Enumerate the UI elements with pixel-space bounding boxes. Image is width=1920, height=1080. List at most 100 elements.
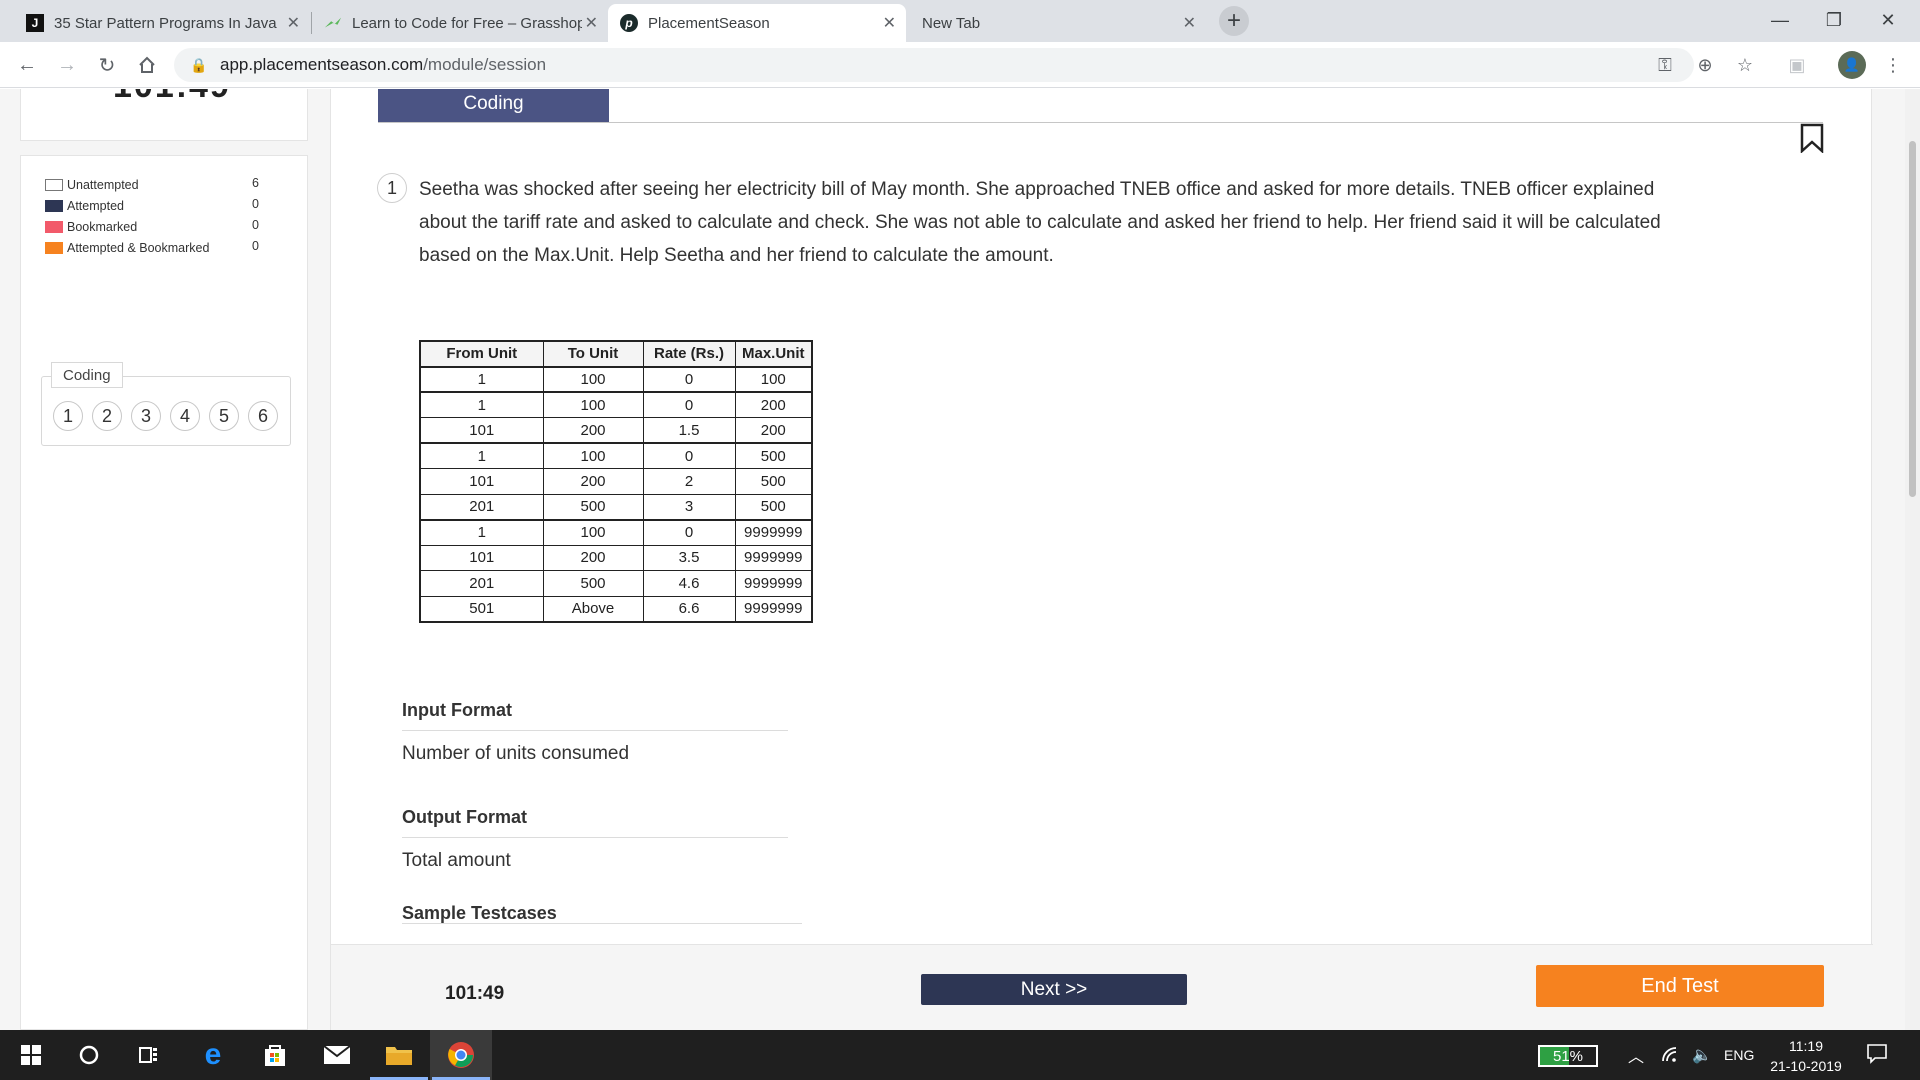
legend-unattempted: Unattempted (45, 176, 139, 194)
extension-icon[interactable]: ▣ (1784, 52, 1810, 78)
table-cell: 9999999 (734, 544, 813, 571)
divider (402, 730, 788, 731)
table-cell: 101 (419, 468, 544, 495)
section-title: Coding (378, 89, 609, 122)
table-cell: 501 (419, 595, 544, 622)
legend-label: Attempted (67, 199, 124, 213)
table-header-row: From Unit To Unit Rate (Rs.) Max.Unit (419, 340, 813, 367)
chevron-up-icon[interactable]: ︿ (1628, 1044, 1644, 1066)
question-number-button[interactable]: 3 (131, 401, 161, 431)
question-panel: Coding 1 Seetha was shocked after seeing… (330, 89, 1873, 1030)
end-test-button[interactable]: End Test (1536, 965, 1824, 1007)
table-cell: 1 (419, 391, 544, 418)
reload-icon: ↻ (98, 54, 116, 77)
browser-tab-placementseason[interactable]: p PlacementSeason ✕ (608, 4, 906, 42)
table-cell: 500 (734, 493, 813, 520)
legend-count: 0 (252, 218, 259, 232)
tab-title: PlacementSeason (648, 14, 770, 32)
back-button[interactable]: ← (12, 50, 42, 80)
column-header: From Unit (419, 340, 544, 367)
legend-count: 6 (252, 176, 259, 190)
table-row: 201 500 3 500 (419, 493, 813, 520)
question-number-button[interactable]: 6 (248, 401, 278, 431)
task-view-button[interactable] (118, 1030, 180, 1080)
bookmark-icon[interactable] (1798, 123, 1826, 153)
start-button[interactable] (0, 1030, 62, 1080)
table-cell: 6.6 (642, 595, 736, 622)
close-tab-icon[interactable]: ✕ (1183, 13, 1196, 33)
table-cell: 100 (542, 518, 644, 546)
search-button[interactable] (58, 1030, 120, 1080)
windows-logo-icon (21, 1045, 41, 1065)
close-window-button[interactable]: ✕ (1858, 4, 1918, 36)
next-question-button[interactable]: Next >> (921, 974, 1187, 1005)
table-cell: 0 (642, 518, 736, 546)
kebab-menu-icon[interactable]: ⋮ (1880, 52, 1906, 78)
page-scrollbar[interactable] (1905, 89, 1920, 1030)
java-j-icon: J (26, 14, 44, 32)
file-explorer-taskbar-button[interactable] (368, 1030, 430, 1080)
table-cell: 200 (734, 391, 813, 418)
notification-center-button[interactable] (1866, 1042, 1888, 1064)
close-tab-icon[interactable]: ✕ (883, 13, 896, 33)
question-number-button[interactable]: 2 (92, 401, 122, 431)
bookmark-star-icon[interactable]: ☆ (1732, 52, 1758, 78)
reload-button[interactable]: ↻ (92, 50, 122, 80)
close-tab-icon[interactable]: ✕ (585, 13, 598, 33)
table-row: 501 Above 6.6 9999999 (419, 595, 813, 622)
home-icon (139, 56, 155, 73)
url-bar[interactable]: 🔒 app.placementseason.com/module/session (174, 48, 1694, 82)
url-path: /module/session (423, 55, 547, 74)
table-cell: 100 (542, 391, 644, 418)
wifi-icon[interactable] (1662, 1044, 1680, 1066)
forward-button[interactable]: → (52, 50, 82, 80)
scrollbar-thumb[interactable] (1909, 141, 1916, 497)
edge-taskbar-button[interactable]: e (182, 1030, 244, 1080)
mail-taskbar-button[interactable] (306, 1030, 368, 1080)
browser-tab-newtab[interactable]: New Tab ✕ (910, 4, 1206, 42)
column-header: To Unit (542, 340, 644, 367)
sample-testcases-heading: Sample Testcases (402, 903, 557, 923)
browser-tab-grasshopper[interactable]: Learn to Code for Free – Grasshopper ✕ (312, 4, 608, 42)
browser-tab-strip: J 35 Star Pattern Programs In Java ✕ Lea… (0, 0, 1920, 42)
page-content: 101:49 Unattempted 6 Attempted 0 Bookmar… (0, 89, 1920, 1030)
table-cell: 1.5 (642, 417, 736, 444)
tab-title: 35 Star Pattern Programs In Java (54, 14, 277, 32)
table-cell: 2 (642, 468, 736, 495)
store-taskbar-button[interactable] (244, 1030, 306, 1080)
table-cell: 9999999 (734, 595, 813, 622)
table-cell: 500 (542, 570, 644, 597)
install-app-icon[interactable]: ⊕ (1692, 52, 1718, 78)
legend-label: Bookmarked (67, 220, 138, 234)
system-clock[interactable]: 11:19 21-10-2019 (1764, 1036, 1848, 1076)
profile-avatar[interactable]: 👤 (1838, 51, 1866, 79)
key-icon[interactable]: ⚿ (1652, 52, 1678, 78)
close-tab-icon[interactable]: ✕ (287, 13, 300, 33)
home-button[interactable] (132, 50, 162, 80)
legend-swatch (45, 221, 63, 233)
tariff-table: From Unit To Unit Rate (Rs.) Max.Unit 11… (419, 340, 813, 623)
legend-label: Attempted & Bookmarked (67, 241, 210, 255)
table-cell: 100 (734, 365, 813, 393)
tab-title: Learn to Code for Free – Grasshopper (352, 14, 582, 32)
new-tab-button[interactable]: + (1219, 6, 1249, 36)
minimize-button[interactable]: — (1750, 4, 1810, 36)
table-row: 1 100 0 9999999 (419, 518, 813, 546)
table-cell: 0 (642, 365, 736, 393)
table-cell: 500 (542, 493, 644, 520)
language-indicator[interactable]: ENG (1724, 1044, 1754, 1066)
store-bag-icon (265, 1045, 285, 1066)
question-number-button[interactable]: 1 (53, 401, 83, 431)
question-number: 1 (377, 173, 407, 203)
table-row: 1 100 0 500 (419, 442, 813, 469)
speaker-icon[interactable]: 🔈 (1692, 1044, 1712, 1066)
chrome-taskbar-button[interactable] (430, 1030, 492, 1080)
battery-indicator[interactable]: 51% (1538, 1045, 1598, 1067)
restore-button[interactable]: ❐ (1804, 4, 1864, 36)
browser-tab-java[interactable]: J 35 Star Pattern Programs In Java ✕ (14, 4, 310, 42)
question-number-button[interactable]: 4 (170, 401, 200, 431)
section-tab-coding[interactable]: Coding (51, 362, 123, 388)
table-cell: 200 (542, 417, 644, 444)
question-number-button[interactable]: 5 (209, 401, 239, 431)
table-cell: 0 (642, 391, 736, 418)
